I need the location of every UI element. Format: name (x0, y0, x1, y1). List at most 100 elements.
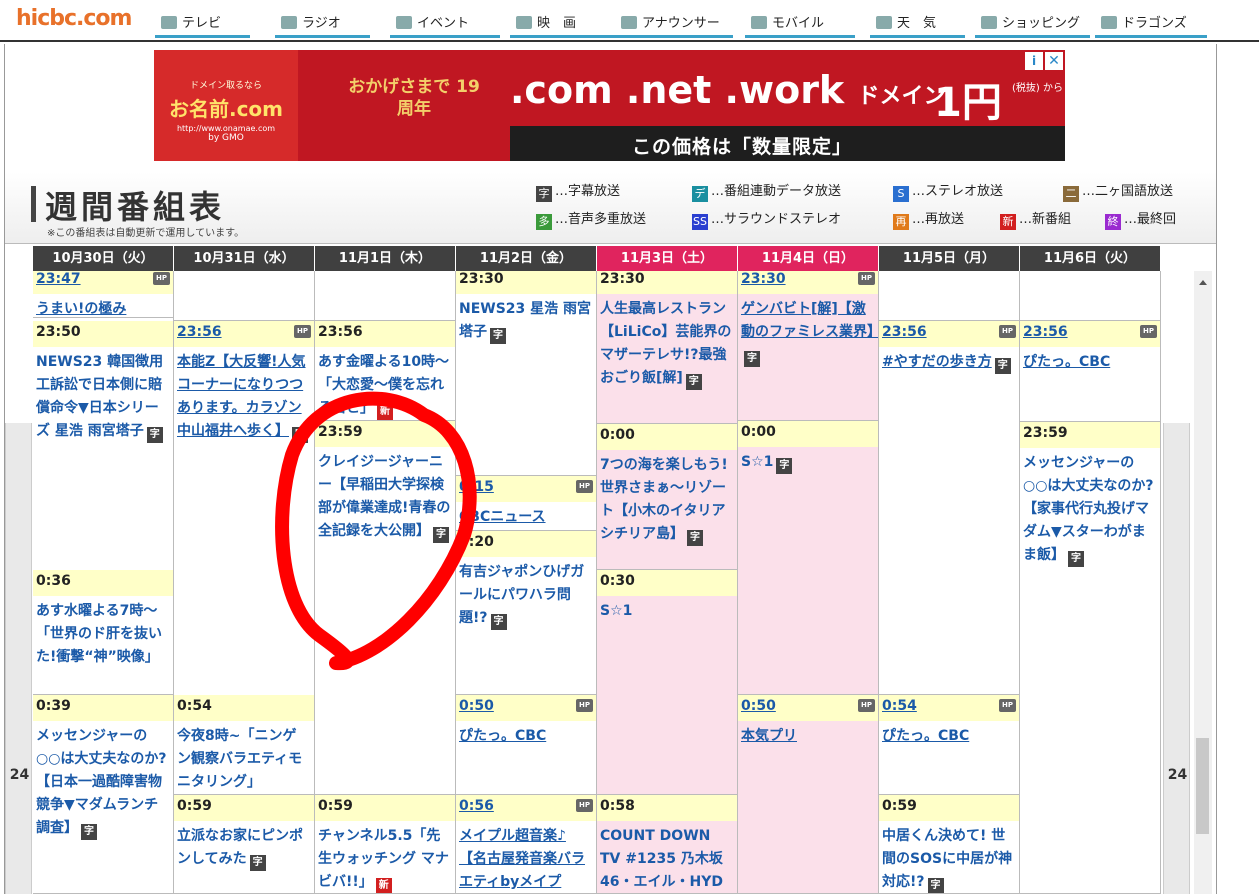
program-cell[interactable]: 23:50 NEWS23 韓国徴用工訴訟で日本側に賠償命令▼日本シリーズ 星浩 雨… (33, 321, 173, 571)
program-cell[interactable]: 23:59 クレイジージャーニー【早稲田大学探検部が偉業達成!青春の全記録を大公開… (315, 421, 455, 795)
program-cell[interactable]: 23:47 HP うまい!の極み (33, 271, 173, 318)
program-title[interactable]: S☆1 (597, 596, 737, 623)
program-cell[interactable]: 23:56 HP ぴたっ。CBC (1020, 321, 1160, 422)
homepage-icon[interactable]: HP (858, 272, 875, 285)
nav-item-6[interactable]: 天 気 (870, 8, 965, 38)
program-title[interactable]: NEWS23 韓国徴用工訴訟で日本側に賠償命令▼日本シリーズ 星浩 雨宮塔子字 (33, 347, 173, 443)
homepage-icon[interactable]: HP (576, 699, 593, 712)
homepage-icon[interactable]: HP (999, 325, 1016, 338)
program-cell[interactable]: 0:36 あす水曜よる7時～「世界のド肝を抜いた!衝撃“神”映像」 (33, 570, 173, 695)
legend-item: SS …サラウンドステレオ (692, 208, 841, 230)
subtitle-icon: 字 (249, 855, 266, 871)
nav-item-3[interactable]: 映 画 (510, 8, 615, 38)
site-logo[interactable]: hicbc.com (16, 6, 132, 31)
homepage-icon[interactable]: HP (576, 480, 593, 493)
program-cell[interactable]: 0:59 中居くん決めて! 世間のSOSに中居が神対応!? 字 (879, 795, 1019, 894)
program-cell[interactable]: 0:39 メッセンジャーの○○は大丈夫なのか?【日本一過酷障害物競争▼マダムランチ… (33, 695, 173, 894)
program-cell[interactable]: 0:20 有吉ジャポンひげガールにパワハラ問題!? 字 (456, 531, 596, 695)
program-time[interactable]: 0:56 HP (456, 795, 596, 821)
program-title[interactable]: 今夜8時~「ニンゲン観察バラエティモニタリング」 (174, 721, 314, 794)
program-title[interactable]: クレイジージャーニー【早稲田大学探検部が偉業達成!青春の全記録を大公開】字 (315, 447, 455, 543)
ad-info-icon[interactable]: i (1025, 52, 1043, 70)
program-time-text: 23:47 (36, 271, 81, 287)
program-title[interactable]: チャンネル5.5「先生ウォッチング マナビバ!!」新 (315, 821, 455, 893)
program-cell[interactable]: 0:54 HP ぴたっ。CBC (879, 695, 1019, 795)
program-cell[interactable]: 0:58 COUNT DOWN TV #1235 乃木坂46・エイル・HYD (597, 795, 737, 894)
program-time-text: 0:54 (177, 698, 212, 714)
program-cell[interactable]: 23:30 HP ゲンバビト[解]【激動のファミレス業界】字 (738, 271, 878, 421)
program-cell[interactable]: 23:56 あす金曜よる10時～「大恋愛～僕を忘れる君と」新 (315, 321, 455, 421)
scroll-up-arrow-icon[interactable] (1199, 280, 1207, 285)
homepage-icon[interactable]: HP (153, 272, 170, 285)
program-cell[interactable]: 0:56 HP メイプル超音楽♪【名古屋発音楽バラエティbyメイプ (456, 795, 596, 894)
program-title[interactable]: 立派なお家にピンポンしてみた字 (174, 821, 314, 871)
program-cell[interactable]: 23:30 NEWS23 星浩 雨宮塔子字 (456, 271, 596, 476)
scroll-thumb[interactable] (1196, 738, 1209, 834)
program-time-text: 0:50 (741, 698, 776, 714)
nav-item-8[interactable]: ドラゴンズ (1095, 8, 1207, 38)
homepage-icon[interactable]: HP (858, 699, 875, 712)
program-cell[interactable]: 0:50 HP ぴたっ。CBC (456, 695, 596, 795)
program-time[interactable]: 23:56 HP (1020, 321, 1160, 347)
schedule-grid: 24 24 23:47 HP うまい!の極み 23:50 NEWS23 韓国徴用工訴訟で… (0, 271, 1212, 894)
program-cell[interactable]: 0:54 今夜8時~「ニンゲン観察バラエティモニタリング」 (174, 695, 314, 795)
program-title[interactable]: 本能Z【大反響!人気コーナーになりつつあります。カラゾン中山福井へ歩く】字 (174, 347, 314, 443)
program-title[interactable]: ゲンバビト[解]【激動のファミレス業界】字 (738, 294, 878, 367)
program-title[interactable]: メイプル超音楽♪【名古屋発音楽バラエティbyメイプ (456, 821, 596, 893)
program-time[interactable]: 0:50 HP (738, 695, 878, 721)
program-title[interactable]: ぴたっ。CBC (1020, 347, 1160, 374)
program-cell[interactable]: 0:50 HP 本気プリ (738, 695, 878, 894)
program-time[interactable]: 0:50 HP (456, 695, 596, 721)
program-time[interactable]: 23:56 HP (174, 321, 314, 347)
program-title[interactable]: COUNT DOWN TV #1235 乃木坂46・エイル・HYD (597, 821, 737, 893)
homepage-icon[interactable]: HP (294, 325, 311, 338)
program-title[interactable]: S☆1 字 (738, 447, 878, 474)
program-title[interactable]: 7つの海を楽しもう!世界さまぁ～リゾート【小木のイタリアシチリア島】字 (597, 450, 737, 546)
nav-item-2[interactable]: イベント (390, 8, 500, 38)
program-time[interactable]: 0:54 HP (879, 695, 1019, 721)
nav-item-7[interactable]: ショッピング (975, 8, 1090, 38)
program-title[interactable]: あす金曜よる10時～「大恋愛～僕を忘れる君と」新 (315, 347, 455, 420)
program-title[interactable]: あす水曜よる7時～「世界のド肝を抜いた!衝撃“神”映像」 (33, 596, 173, 669)
program-time-text: 0:59 (318, 798, 353, 814)
program-time[interactable]: 23:56 HP (879, 321, 1019, 347)
program-title[interactable]: ぴたっ。CBC (456, 721, 596, 748)
program-time[interactable]: 23:47 HP (33, 271, 173, 294)
program-title-text: メッセンジャーの○○は大丈夫なのか?【家事代行丸投げマダム▼スターわがまま飯】 (1023, 455, 1154, 563)
program-title[interactable]: 中居くん決めて! 世間のSOSに中居が神対応!? 字 (879, 821, 1019, 893)
nav-item-1[interactable]: ラジオ (275, 8, 370, 38)
homepage-icon[interactable]: HP (1140, 325, 1157, 338)
program-title[interactable]: メッセンジャーの○○は大丈夫なのか?【日本一過酷障害物競争▼マダムランチ調査】字 (33, 721, 173, 840)
program-title[interactable]: CBCニュース (456, 502, 596, 529)
program-cell[interactable]: 0:59 チャンネル5.5「先生ウォッチング マナビバ!!」新 (315, 795, 455, 894)
top-navigation: hicbc.com テレビ ラジオ イベント 映 画 アナウンサー モバイル 天 気 ショッピ… (0, 0, 1259, 42)
program-cell[interactable]: 23:56 HP #やすだの歩き方字 (879, 321, 1019, 695)
program-cell[interactable]: 0:00 S☆1 字 (738, 421, 878, 695)
nav-item-4[interactable]: アナウンサー (615, 8, 733, 38)
program-cell[interactable]: 0:15 HP CBCニュース (456, 476, 596, 531)
program-time[interactable]: 0:15 HP (456, 476, 596, 502)
program-title[interactable]: 人生最高レストラン【LiLiCo】芸能界のマザーテレサ!?最強おごり飯[解] 字 (597, 294, 737, 390)
program-cell[interactable]: 23:59 メッセンジャーの○○は大丈夫なのか?【家事代行丸投げマダム▼スターわが… (1020, 422, 1160, 894)
program-time[interactable]: 23:30 HP (738, 271, 878, 294)
homepage-icon[interactable]: HP (999, 699, 1016, 712)
advertisement-banner[interactable]: ドメイン取るなら お名前.com http://www.onamae.com b… (154, 50, 1065, 161)
homepage-icon[interactable]: HP (576, 799, 593, 812)
ad-close-icon[interactable]: ✕ (1045, 52, 1063, 70)
program-title[interactable]: メッセンジャーの○○は大丈夫なのか?【家事代行丸投げマダム▼スターわがまま飯】字 (1020, 448, 1160, 567)
program-title[interactable]: ぴたっ。CBC (879, 721, 1019, 748)
program-cell[interactable]: 0:30 S☆1 (597, 570, 737, 795)
program-title[interactable]: うまい!の極み (33, 294, 173, 317)
vertical-scrollbar[interactable] (1194, 271, 1212, 894)
program-title[interactable]: #やすだの歩き方字 (879, 347, 1019, 374)
program-title[interactable]: 本気プリ (738, 721, 878, 748)
nav-item-0[interactable]: テレビ (155, 8, 250, 38)
program-title[interactable]: NEWS23 星浩 雨宮塔子字 (456, 294, 596, 344)
program-cell[interactable]: 23:56 HP 本能Z【大反響!人気コーナーになりつつあります。カラゾン中山福井へ… (174, 321, 314, 696)
ad-brand-logo[interactable]: ドメイン取るなら お名前.com http://www.onamae.com b… (154, 50, 298, 161)
nav-item-5[interactable]: モバイル (745, 8, 855, 38)
program-cell[interactable]: 0:59 立派なお家にピンポンしてみた字 (174, 795, 314, 894)
program-title[interactable]: 有吉ジャポンひげガールにパワハラ問題!? 字 (456, 557, 596, 630)
program-cell[interactable]: 23:30 人生最高レストラン【LiLiCo】芸能界のマザーテレサ!?最強おごり飯… (597, 271, 737, 424)
program-cell[interactable]: 0:00 7つの海を楽しもう!世界さまぁ～リゾート【小木のイタリアシチリア島】字 (597, 424, 737, 570)
